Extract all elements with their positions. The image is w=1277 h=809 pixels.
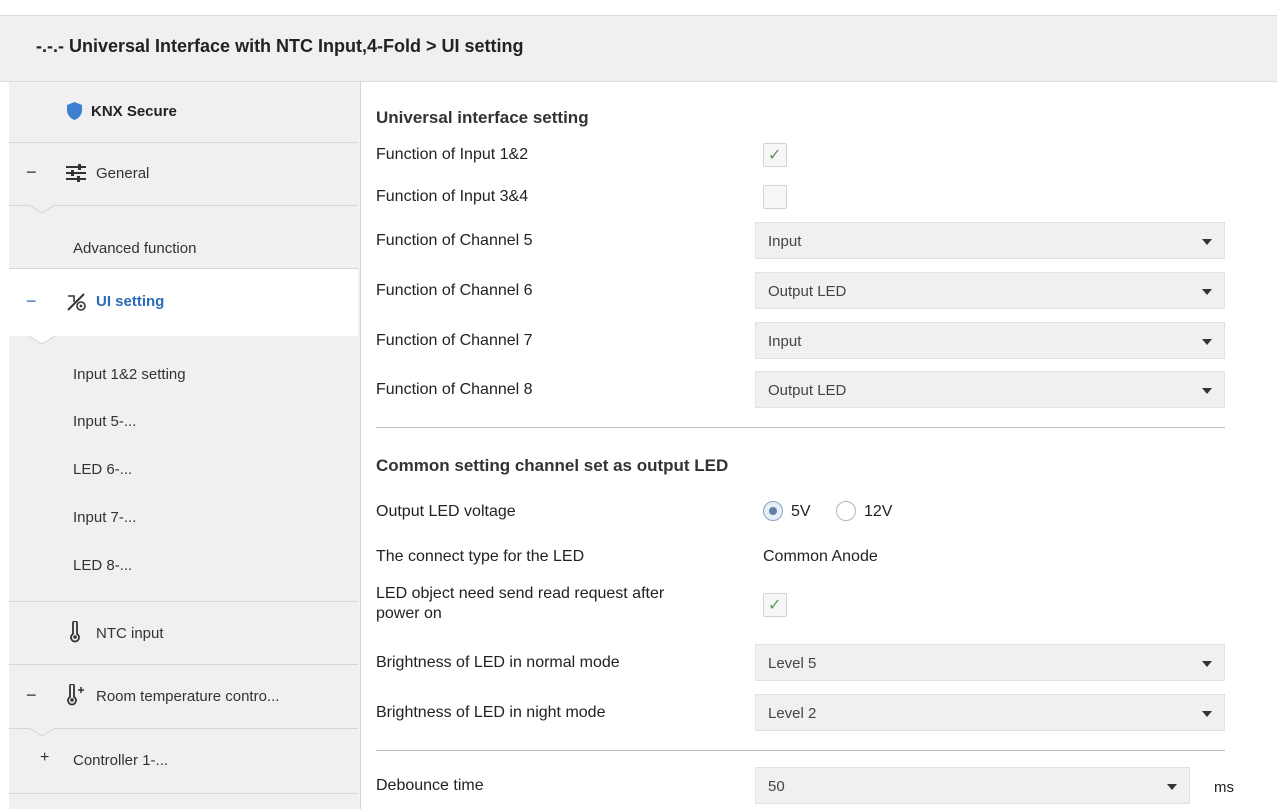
sidebar-item-ntc-input[interactable]: NTC input	[9, 602, 358, 664]
sidebar-item-label: Advanced function	[73, 240, 197, 257]
function-input34-label: Function of Input 3&4	[376, 188, 529, 205]
chevron-down-icon	[1202, 661, 1212, 667]
channel5-dropdown[interactable]: Input	[755, 222, 1225, 259]
sidebar-item-knx-secure[interactable]: KNX Secure	[9, 82, 358, 142]
expand-icon[interactable]: +	[40, 749, 49, 767]
sidebar-item-label: Controller 1-...	[73, 752, 169, 769]
channel6-dropdown[interactable]: Output LED	[755, 272, 1225, 309]
collapse-icon[interactable]: −	[26, 291, 37, 312]
thermometer-icon	[65, 683, 85, 710]
sidebar-item-room-temperature-control[interactable]: − Room temperature contro...	[9, 665, 358, 728]
sidebar-item-led8[interactable]: LED 8-...	[9, 550, 358, 584]
sidebar: KNX Secure − General Advanced function −	[9, 82, 361, 809]
function-input12-checkbox[interactable]: ✓	[763, 143, 787, 167]
sidebar-item-led6[interactable]: LED 6-...	[9, 454, 358, 488]
sidebar-item-ui-setting[interactable]: − UI setting	[9, 269, 358, 336]
debounce-dropdown[interactable]: 50	[755, 767, 1190, 804]
thermometer-icon	[68, 620, 82, 647]
channel8-dropdown[interactable]: Output LED	[755, 371, 1225, 408]
shield-icon	[67, 102, 82, 124]
chevron-down-icon	[1202, 388, 1212, 394]
sidebar-item-input5[interactable]: Input 5-...	[9, 406, 358, 440]
brightness-night-label: Brightness of LED in night mode	[376, 704, 606, 721]
page-title: -.-.- Universal Interface with NTC Input…	[36, 36, 524, 56]
dropdown-value: Input	[768, 333, 802, 350]
sidebar-item-label: Input 7-...	[73, 509, 137, 526]
divider	[376, 750, 1225, 751]
debounce-label: Debounce time	[376, 777, 484, 794]
dropdown-value: 50	[768, 778, 785, 795]
chevron-down-icon	[1167, 784, 1177, 790]
function-input34-checkbox[interactable]	[763, 185, 787, 209]
dropdown-value: Output LED	[768, 382, 847, 399]
connect-type-label: The connect type for the LED	[376, 548, 585, 565]
sidebar-item-controller-1[interactable]: + Controller 1-...	[9, 729, 358, 792]
debounce-unit: ms	[1214, 779, 1234, 796]
title-bar: -.-.- Universal Interface with NTC Input…	[0, 15, 1277, 82]
voltage-5v-radio[interactable]	[763, 501, 783, 521]
main-panel: Universal interface setting Function of …	[362, 82, 1277, 809]
collapse-icon[interactable]: −	[26, 685, 37, 706]
brightness-night-dropdown[interactable]: Level 2	[755, 694, 1225, 731]
chevron-down-icon	[1202, 289, 1212, 295]
channel7-label: Function of Channel 7	[376, 332, 533, 349]
check-icon: ✓	[768, 597, 782, 614]
brightness-normal-dropdown[interactable]: Level 5	[755, 644, 1225, 681]
divider	[376, 427, 1225, 428]
channel5-label: Function of Channel 5	[376, 232, 533, 249]
ui-setting-icon	[66, 292, 88, 316]
divider	[9, 793, 358, 794]
voltage-5v-label: 5V	[791, 503, 811, 520]
section-title: Common setting channel set as output LED	[376, 456, 729, 475]
chevron-down-icon	[1202, 239, 1212, 245]
dropdown-value: Input	[768, 233, 802, 250]
sidebar-item-label: UI setting	[96, 293, 165, 310]
sidebar-item-label: Room temperature contro...	[96, 688, 280, 705]
check-icon: ✓	[768, 147, 782, 164]
channel8-label: Function of Channel 8	[376, 381, 533, 398]
sidebar-item-label: General	[96, 165, 150, 182]
sidebar-item-label: KNX Secure	[91, 103, 177, 120]
channel7-dropdown[interactable]: Input	[755, 322, 1225, 359]
sidebar-item-label: Input 5-...	[73, 413, 137, 430]
function-input12-label: Function of Input 1&2	[376, 146, 529, 163]
chevron-down-icon	[1202, 339, 1212, 345]
read-request-label-line2: power on	[376, 605, 442, 622]
voltage-12v-label: 12V	[864, 503, 893, 520]
brightness-normal-label: Brightness of LED in normal mode	[376, 654, 620, 671]
sidebar-item-advanced-function[interactable]: Advanced function	[9, 206, 358, 268]
channel6-label: Function of Channel 6	[376, 282, 533, 299]
dropdown-value: Level 2	[768, 705, 817, 722]
sidebar-item-input7[interactable]: Input 7-...	[9, 502, 358, 536]
collapse-icon[interactable]: −	[26, 162, 37, 183]
sidebar-item-input12-setting[interactable]: Input 1&2 setting	[9, 358, 358, 392]
read-request-checkbox[interactable]: ✓	[763, 593, 787, 617]
sidebar-item-label: Input 1&2 setting	[73, 366, 186, 383]
connect-type-value: Common Anode	[763, 548, 878, 565]
read-request-label-line1: LED object need send read request after	[376, 585, 665, 602]
dropdown-value: Output LED	[768, 283, 847, 300]
section-title: Universal interface setting	[376, 108, 589, 127]
chevron-down-icon	[1202, 711, 1212, 717]
expand-notch-icon	[29, 336, 55, 345]
sliders-icon	[66, 164, 86, 186]
voltage-12v-radio[interactable]	[836, 501, 856, 521]
read-request-label: LED object need send read request after …	[376, 584, 664, 624]
sidebar-item-general[interactable]: − General	[9, 143, 358, 205]
dropdown-value: Level 5	[768, 655, 817, 672]
sidebar-item-label: LED 8-...	[73, 557, 133, 574]
led-voltage-label: Output LED voltage	[376, 503, 516, 520]
sidebar-item-label: LED 6-...	[73, 461, 133, 478]
window-top-strip	[0, 0, 1277, 15]
sidebar-item-label: NTC input	[96, 625, 164, 642]
